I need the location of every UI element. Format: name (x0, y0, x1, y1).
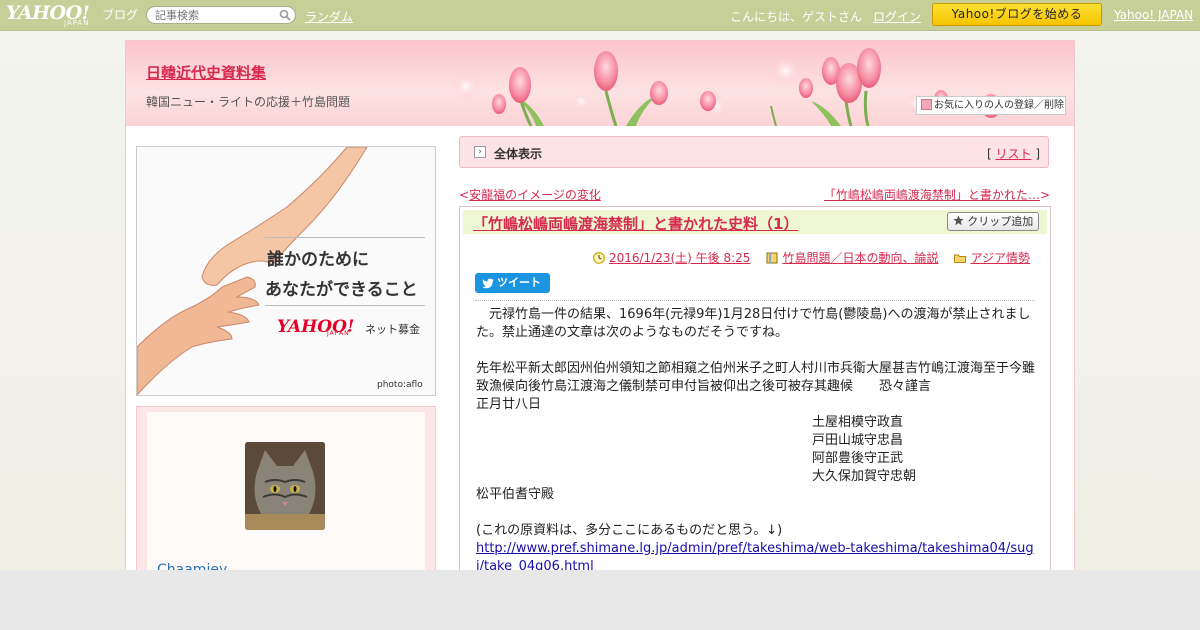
signatory: 大久保加賀守忠朝 (812, 469, 917, 484)
ad-headline-2: あなたができること (265, 280, 418, 300)
ad-service-name: ネット募金 (365, 323, 420, 336)
article-folder-link[interactable]: アジア情勢 (970, 251, 1030, 265)
ad-photo-credit: photo:aflo (377, 380, 423, 390)
logo-blog-text: ブログ (102, 8, 139, 22)
favorite-register-label: お気に入りの人の登録／削除 (934, 100, 1064, 111)
guest-greeting: こんにちは、ゲストさん (730, 10, 863, 24)
next-article-link[interactable]: 「竹嶋松嶋両嶋渡海禁制」と書かれた…> (824, 186, 1050, 203)
section-title: 全体表示 (494, 147, 543, 161)
article-date-link[interactable]: 2016/1/23(土) 午後 8:25 (609, 251, 750, 265)
article-addressee: 松平伯耆守殿 (476, 487, 555, 502)
ad-headline-1: 誰かのために (267, 250, 369, 270)
blank-footer-area (0, 570, 1200, 630)
ad-japan-logo: JAPAN (327, 330, 350, 337)
search-box (146, 6, 296, 24)
profile-name[interactable]: Chaamiey (157, 562, 227, 570)
list-view-toggle: [ リスト ] (987, 145, 1040, 162)
article-body: 元禄竹島一件の結果、1696年(元禄9年)1月28日付けで竹島(鬱陵島)への渡海… (476, 306, 1038, 570)
list-view-link[interactable]: リスト (995, 147, 1031, 161)
article-note: (これの原資料は、多分ここにあるものだと思う。↓) (476, 523, 783, 538)
search-icon[interactable] (279, 9, 291, 21)
random-link[interactable]: ランダム (305, 8, 353, 25)
article-divider (475, 300, 1035, 301)
signatory: 阿部豊後守正武 (812, 451, 904, 466)
clock-icon (593, 252, 605, 264)
logo-japan-text: JAPAN (64, 19, 90, 27)
blog-title[interactable]: 日韓近代史資料集 (146, 62, 266, 83)
book-icon (766, 252, 778, 264)
ad-divider-bottom (265, 305, 425, 306)
login-link[interactable]: ログイン (873, 8, 921, 25)
blog-frame: 日韓近代史資料集 韓国ニュー・ライトの応援＋竹島問題 お気に入りの人の登録／削除… (125, 40, 1075, 570)
previous-article-title: 安龍福のイメージの変化 (469, 188, 601, 202)
article-title-bar: 「竹嶋松嶋両嶋渡海禁制」と書かれた史料（1） クリップ追加 (463, 210, 1047, 234)
handshake-illustration (137, 147, 368, 395)
favorite-icon (921, 99, 932, 110)
twitter-bird-icon (482, 278, 494, 289)
clip-add-label: クリップ追加 (967, 215, 1034, 228)
article-meta: 2016/1/23(土) 午後 8:25 竹島問題／日本の動向、論説 アジア情勢 (577, 249, 1030, 266)
previous-article-link[interactable]: <安龍福のイメージの変化 (459, 186, 601, 203)
next-article-title: 「竹嶋松嶋両嶋渡海禁制」と書かれた… (823, 188, 1040, 202)
folder-icon (954, 254, 967, 263)
charity-ad-banner[interactable]: 誰かのために あなたができること YAHOO! JAPAN ネット募金 phot… (136, 146, 436, 396)
chevron-right-icon: › (474, 146, 486, 158)
avatar[interactable] (245, 442, 325, 530)
signatory: 戸田山城守忠昌 (812, 433, 904, 448)
next-arrow: > (1039, 188, 1050, 202)
yahoo-blog-logo[interactable]: YAHOO! JAPAN ブログ (6, 2, 142, 28)
start-blog-button[interactable]: Yahoo!ブログを始める (932, 3, 1102, 26)
clip-add-button[interactable]: クリップ追加 (947, 212, 1039, 231)
yahoo-japan-link[interactable]: Yahoo! JAPAN (1114, 8, 1193, 22)
ad-divider-top (265, 237, 425, 238)
blog-header: 日韓近代史資料集 韓国ニュー・ライトの応援＋竹島問題 お気に入りの人の登録／削除 (126, 41, 1074, 126)
tweet-label: ツイート (497, 276, 541, 289)
prev-arrow: < (459, 188, 470, 202)
tweet-button[interactable]: ツイート (475, 273, 550, 293)
signatory: 土屋相模守政直 (812, 415, 904, 430)
article-title[interactable]: 「竹嶋松嶋両嶋渡海禁制」と書かれた史料（1） (473, 213, 798, 234)
article-panel: 「竹嶋松嶋両嶋渡海禁制」と書かれた史料（1） クリップ追加 2016/1/23(… (459, 206, 1051, 570)
profile-box: Chaamiey (136, 406, 436, 570)
article-paragraph-1: 元禄竹島一件の結果、1696年(元禄9年)1月28日付けで竹島(鬱陵島)への渡海… (476, 307, 1031, 340)
browser-viewport: YAHOO! JAPAN ブログ ランダム こんにちは、ゲストさん ログイン Y… (0, 0, 1200, 570)
search-input[interactable] (155, 8, 275, 22)
article-category-link[interactable]: 竹島問題／日本の動向、論説 (782, 251, 938, 265)
favorite-register-button[interactable]: お気に入りの人の登録／削除 (916, 96, 1066, 115)
article-date-line: 正月廿八日 (476, 397, 542, 412)
yahoo-blog-topbar: YAHOO! JAPAN ブログ ランダム こんにちは、ゲストさん ログイン Y… (0, 0, 1200, 31)
section-bar: › 全体表示 [ リスト ] (459, 136, 1049, 168)
blog-subtitle: 韓国ニュー・ライトの応援＋竹島問題 (146, 95, 351, 109)
star-icon (953, 215, 964, 226)
source-url-link[interactable]: http://www.pref.shimane.lg.jp/admin/pref… (476, 541, 1034, 570)
article-paragraph-2: 先年松平新太郎因州伯州領知之節相窺之伯州米子之町人村川市兵衛大屋甚吉竹嶋江渡海至… (476, 361, 1036, 394)
list-bracket-close: ] (1031, 147, 1040, 161)
profile-inner: Chaamiey (147, 412, 425, 570)
cat-avatar-image (245, 442, 325, 530)
